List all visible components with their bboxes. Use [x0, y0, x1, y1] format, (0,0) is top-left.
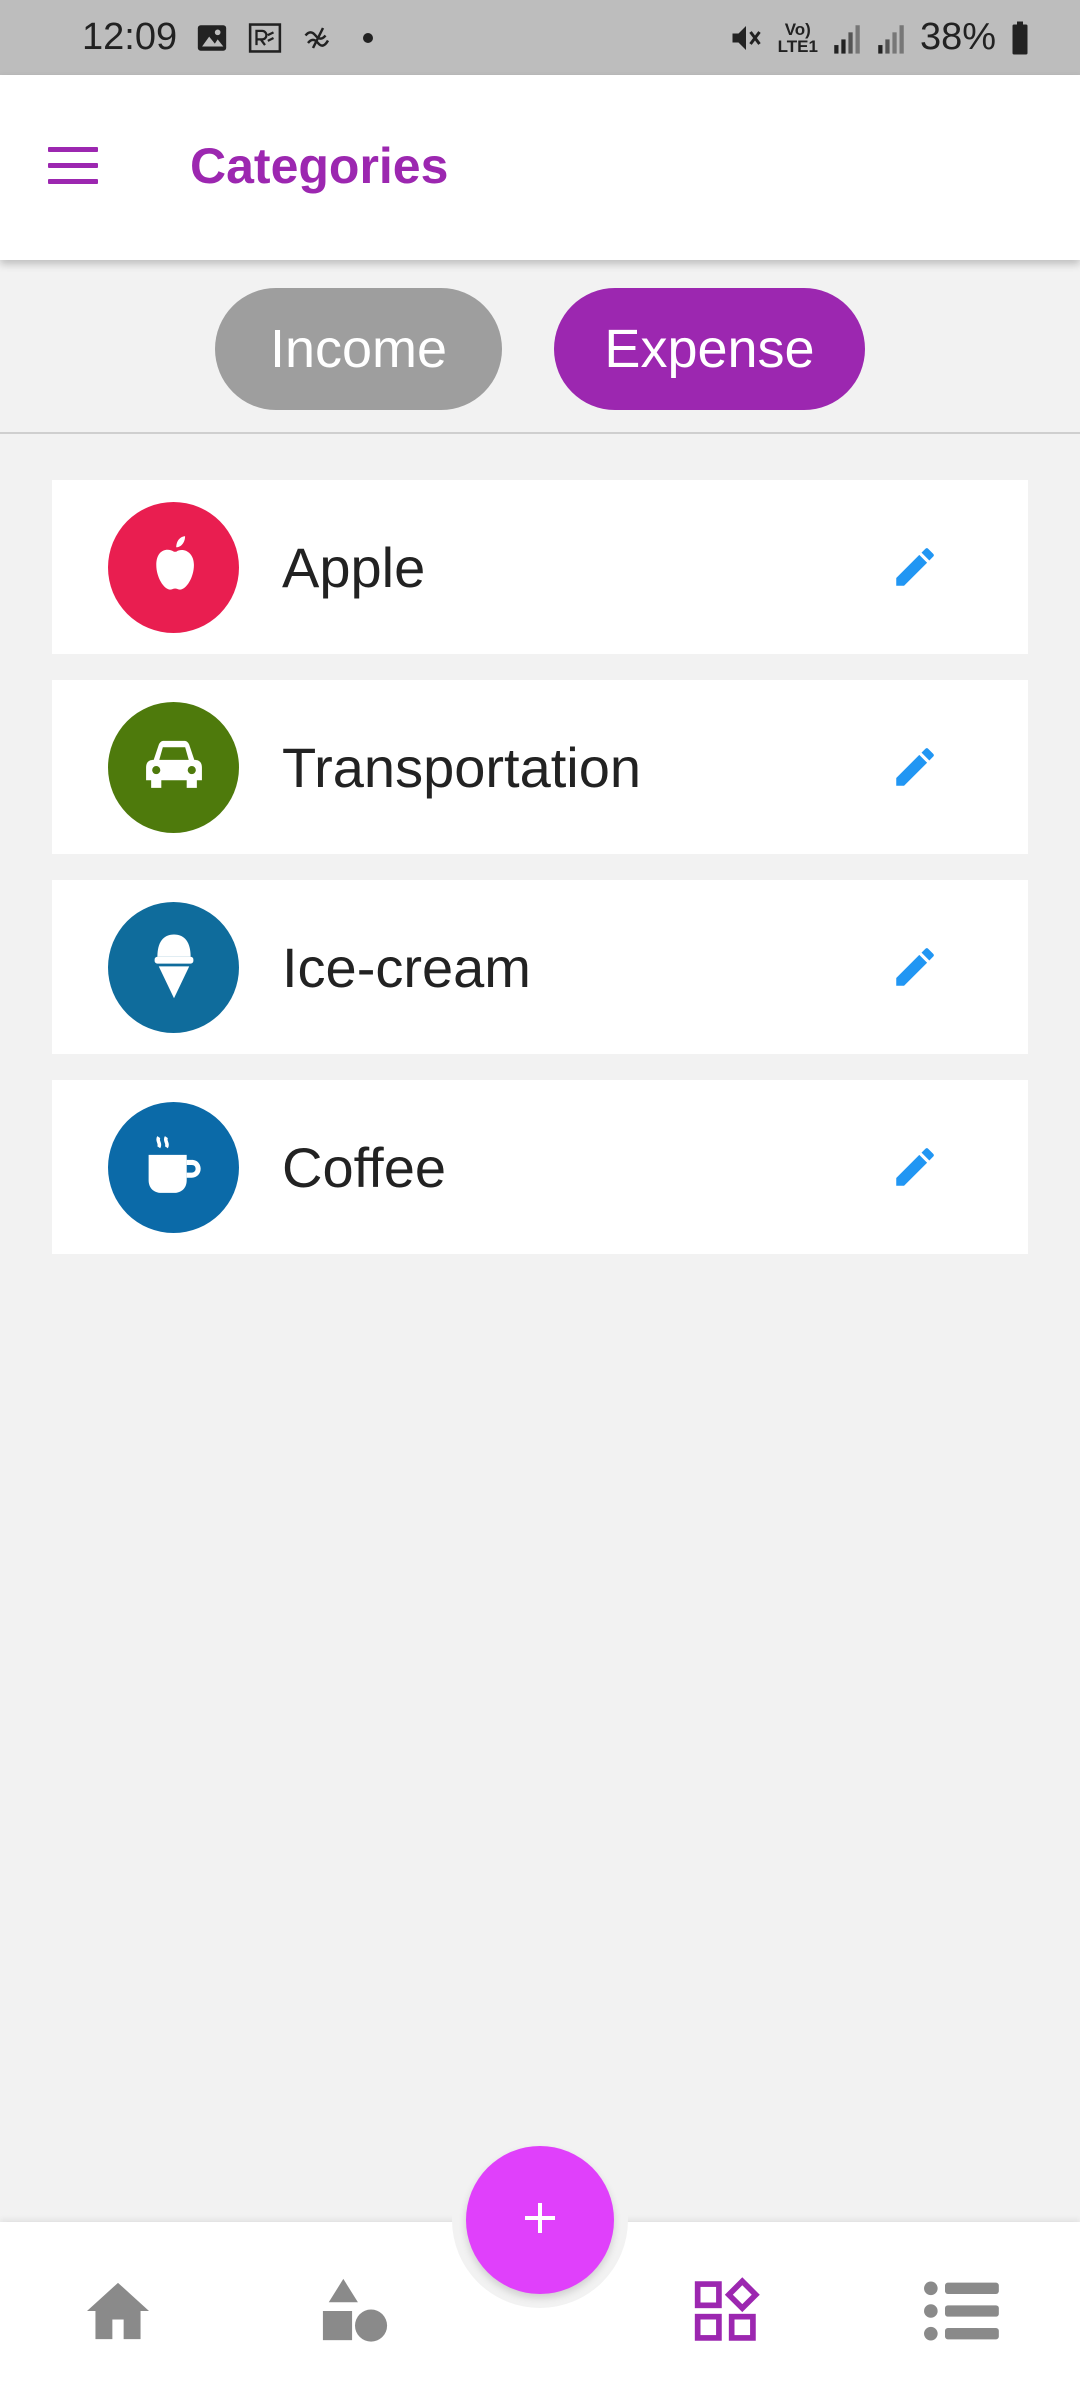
- type-toggle: Income Expense: [0, 288, 1080, 410]
- signal-icon: [832, 21, 862, 55]
- plus-icon: [520, 2198, 560, 2243]
- car-icon: [141, 737, 207, 798]
- pencil-edit-icon[interactable]: [890, 742, 940, 792]
- categories-icon: [692, 2276, 760, 2350]
- shapes-icon: [320, 2276, 390, 2351]
- list-icon: [922, 2277, 1002, 2350]
- category-label: Transportation: [282, 735, 641, 799]
- status-left: 12:09: [82, 16, 374, 59]
- wave-icon: [301, 23, 335, 53]
- category-item-transportation[interactable]: Transportation: [52, 680, 1028, 854]
- divider: [0, 432, 1080, 434]
- category-avatar: [108, 1102, 239, 1233]
- category-item-coffee[interactable]: Coffee: [52, 1080, 1028, 1254]
- pencil-edit-icon[interactable]: [890, 542, 940, 592]
- category-label: Apple: [282, 535, 426, 599]
- apple-icon: [146, 534, 202, 601]
- mute-icon: [728, 20, 764, 56]
- nav-home[interactable]: [78, 2278, 158, 2348]
- add-category-button[interactable]: [466, 2146, 614, 2294]
- income-tab[interactable]: Income: [215, 288, 502, 410]
- pencil-edit-icon[interactable]: [890, 942, 940, 992]
- battery-percent: 38%: [919, 16, 996, 58]
- signal-icon: [876, 21, 906, 55]
- category-item-ice-cream[interactable]: Ice-cream: [52, 880, 1028, 1054]
- lte-indicator: Vo) LTE1: [778, 21, 818, 55]
- lte-bottom: LTE1: [777, 36, 818, 56]
- ice-cream-icon: [149, 929, 199, 1006]
- expense-tab[interactable]: Expense: [554, 288, 865, 410]
- nav-categories[interactable]: [686, 2276, 766, 2350]
- home-icon: [83, 2280, 153, 2347]
- nav-list[interactable]: [922, 2278, 1002, 2348]
- nav-shapes[interactable]: [315, 2278, 395, 2348]
- r-icon: [247, 21, 283, 55]
- lte-top: Vo): [784, 19, 811, 39]
- status-right: Vo) LTE1 38%: [728, 16, 1030, 59]
- image-icon: [195, 21, 229, 55]
- category-avatar: [108, 502, 239, 633]
- category-item-apple[interactable]: Apple: [52, 480, 1028, 654]
- pencil-edit-icon[interactable]: [890, 1142, 940, 1192]
- dot-icon: [363, 32, 374, 43]
- app-bar: Categories: [0, 75, 1080, 260]
- screen: 12:09 Vo) LTE1 38% Categories Income Exp…: [0, 0, 1080, 2400]
- coffee-icon: [141, 1132, 207, 1203]
- category-avatar: [108, 902, 239, 1033]
- status-time: 12:09: [82, 16, 178, 58]
- hamburger-menu-icon[interactable]: [48, 147, 98, 189]
- category-label: Coffee: [282, 1135, 446, 1199]
- category-avatar: [108, 702, 239, 833]
- category-label: Ice-cream: [282, 935, 531, 999]
- battery-icon: [1010, 20, 1030, 56]
- status-bar: 12:09 Vo) LTE1 38%: [0, 0, 1080, 75]
- page-title: Categories: [190, 138, 449, 194]
